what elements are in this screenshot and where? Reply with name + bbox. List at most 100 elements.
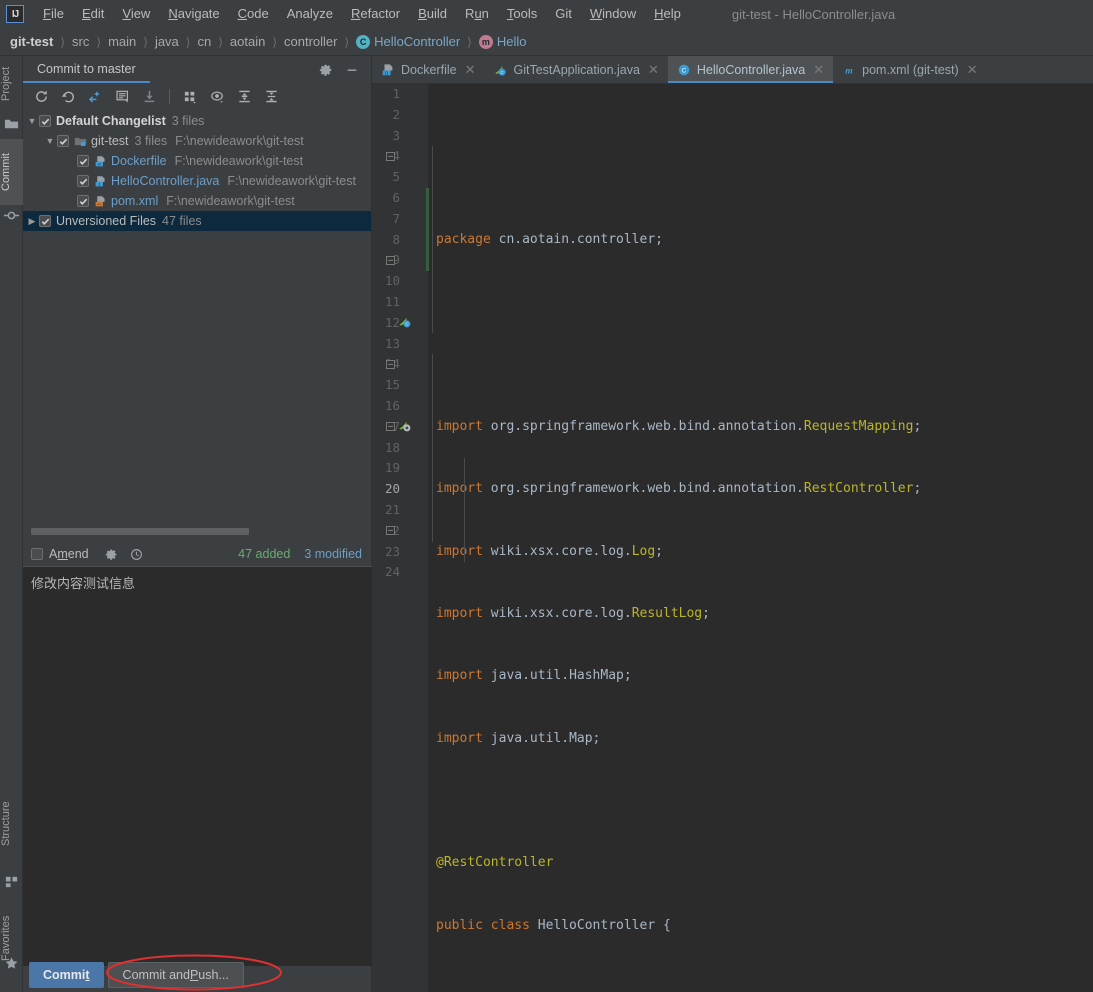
minimize-icon[interactable] — [345, 63, 359, 77]
menu-window[interactable]: Window — [581, 0, 645, 28]
breadcrumb-item-main[interactable]: main — [108, 34, 136, 49]
show-diff-icon[interactable] — [110, 85, 134, 107]
line-number: 14 — [372, 354, 428, 375]
chevron-down-icon[interactable]: ▼ — [25, 116, 39, 126]
spring-bean-icon[interactable]: C — [398, 315, 412, 329]
menu-view[interactable]: View — [113, 0, 159, 28]
close-icon[interactable]: ✕ — [967, 62, 978, 78]
code-editor[interactable]: 1 2 3 4 5 6 7 8 9 10 11 12 13 14 15 16 1… — [372, 84, 1093, 992]
history-clock-icon[interactable] — [130, 548, 143, 561]
sidebar-item-structure-label: Structure — [0, 801, 12, 847]
docker-icon: D — [382, 63, 393, 75]
group-by-icon[interactable] — [178, 85, 202, 107]
preview-icon[interactable] — [205, 85, 229, 107]
menu-run[interactable]: Run — [456, 0, 498, 28]
collapse-all-icon[interactable] — [259, 85, 283, 107]
changelist-count: 3 files — [171, 114, 205, 128]
menu-file[interactable]: File — [34, 0, 73, 28]
gear-icon[interactable] — [319, 63, 333, 77]
menu-analyze[interactable]: Analyze — [278, 0, 342, 28]
checkbox-checked[interactable] — [77, 195, 89, 207]
editor-tab-bar: D Dockerfile ✕ C GitTestApplication.java… — [372, 56, 1093, 84]
get-from-vcs-icon[interactable] — [137, 85, 161, 107]
menu-build[interactable]: Build — [409, 0, 456, 28]
breadcrumb-item-controller[interactable]: controller — [284, 34, 337, 49]
spring-mapping-icon[interactable] — [398, 419, 412, 433]
close-icon[interactable]: ✕ — [648, 62, 659, 78]
fold-marker-method-annotation[interactable]: ─ — [386, 360, 395, 369]
tree-row-pomxml[interactable]: <> pom.xml F:\newideawork\git-test — [23, 191, 371, 211]
close-icon[interactable]: ✕ — [813, 62, 824, 78]
chevron-down-icon[interactable]: ▼ — [43, 136, 57, 146]
toolbar-separator — [169, 88, 170, 104]
amend-checkbox[interactable] — [31, 548, 43, 560]
tree-row-dockerfile[interactable]: D Dockerfile F:\newideawork\git-test — [23, 151, 371, 171]
sidebar-item-commit[interactable]: Commit — [0, 139, 23, 205]
editor-gutter[interactable]: 1 2 3 4 5 6 7 8 9 10 11 12 13 14 15 16 1… — [372, 84, 429, 992]
fold-marker-imports[interactable]: ─ — [386, 152, 395, 161]
scrollbar-thumb[interactable] — [31, 528, 249, 535]
commit-options-gear-icon[interactable] — [105, 548, 118, 561]
module-name: git-test — [91, 134, 129, 148]
tab-gittestapplication[interactable]: C GitTestApplication.java ✕ — [484, 56, 667, 83]
menu-navigate[interactable]: Navigate — [159, 0, 228, 28]
rollback-icon[interactable] — [56, 85, 80, 107]
menu-tools[interactable]: Tools — [498, 0, 546, 28]
menu-help[interactable]: Help — [645, 0, 690, 28]
tree-row-default-changelist[interactable]: ▼ Default Changelist 3 files — [23, 111, 371, 131]
code-line-9: import java.util.Map; — [436, 730, 601, 746]
commit-button[interactable]: Commi t — [29, 962, 104, 988]
breadcrumb-item-src[interactable]: src — [72, 34, 89, 49]
commit-panel-title[interactable]: Commit to master — [23, 56, 150, 83]
line-number: 19 — [384, 460, 400, 476]
commit-panel-header: Commit to master — [23, 56, 371, 83]
breadcrumb-item-hello[interactable]: Hello — [497, 34, 527, 49]
line-number: 4 — [392, 148, 400, 164]
line-number: 2 — [392, 106, 400, 122]
breadcrumb-item-java[interactable]: java — [155, 34, 179, 49]
window-title: git-test - HelloController.java — [731, 6, 896, 22]
commit-message-input[interactable]: 修改内容测试信息 — [23, 566, 372, 966]
changelist-horizontal-scrollbar[interactable] — [31, 528, 371, 537]
editor-area: D Dockerfile ✕ C GitTestApplication.java… — [372, 56, 1093, 992]
menu-edit[interactable]: Edit — [73, 0, 113, 28]
fold-marker-method-start[interactable]: ─ — [386, 422, 395, 431]
sidebar-item-project[interactable]: Project — [0, 56, 23, 112]
file-path: F:\newideawork\git-test — [227, 174, 356, 188]
line-number: 9 — [392, 252, 400, 268]
breadcrumb-item-aotain[interactable]: aotain — [230, 34, 265, 49]
amend-label[interactable]: Amend — [49, 547, 89, 561]
checkbox-checked[interactable] — [39, 115, 51, 127]
shelve-silently-icon[interactable] — [83, 85, 107, 107]
breadcrumb-item-git-test[interactable]: git-test — [10, 34, 53, 49]
scrollbar-track[interactable] — [31, 528, 371, 537]
menu-code[interactable]: Code — [229, 0, 278, 28]
menu-refactor[interactable]: Refactor — [342, 0, 409, 28]
sidebar-item-jrebel[interactable]: JRebel — [0, 981, 23, 992]
breadcrumb-item-hellocontroller[interactable]: HelloController — [374, 34, 460, 49]
refresh-icon[interactable] — [29, 85, 53, 107]
fold-marker-method-end[interactable]: ─ — [386, 526, 395, 535]
commit-and-push-button[interactable]: Commit and Push... — [107, 962, 244, 988]
tab-hellocontroller[interactable]: C HelloController.java ✕ — [667, 56, 834, 83]
tab-dockerfile[interactable]: D Dockerfile ✕ — [372, 56, 484, 83]
checkbox-checked[interactable] — [39, 215, 51, 227]
checkbox-checked[interactable] — [77, 175, 89, 187]
tree-row-unversioned-files[interactable]: ▶ Unversioned Files 47 files — [23, 211, 371, 231]
code-text[interactable]: package cn.aotain.controller; import org… — [428, 84, 1093, 992]
expand-all-icon[interactable] — [232, 85, 256, 107]
tree-row-hellocontroller[interactable]: J HelloController.java F:\newideawork\gi… — [23, 171, 371, 191]
checkbox-checked[interactable] — [57, 135, 69, 147]
checkbox-checked[interactable] — [77, 155, 89, 167]
tab-pomxml[interactable]: m pom.xml (git-test) ✕ — [833, 56, 986, 83]
close-icon[interactable]: ✕ — [465, 62, 476, 78]
fold-marker-imports-end[interactable]: ─ — [386, 256, 395, 265]
tree-row-git-test[interactable]: ▼ git-test 3 files F:\newideawork\git-te… — [23, 131, 371, 151]
sidebar-item-structure[interactable]: Structure — [0, 778, 23, 870]
left-tool-strip: Project Commit Structure Favorites JRebe… — [0, 56, 23, 992]
menu-git[interactable]: Git — [546, 0, 581, 28]
breadcrumb-item-cn[interactable]: cn — [197, 34, 211, 49]
ide-window: IJ File Edit View Navigate Code Analyze … — [0, 0, 1093, 992]
chevron-right-icon[interactable]: ▶ — [25, 216, 39, 227]
